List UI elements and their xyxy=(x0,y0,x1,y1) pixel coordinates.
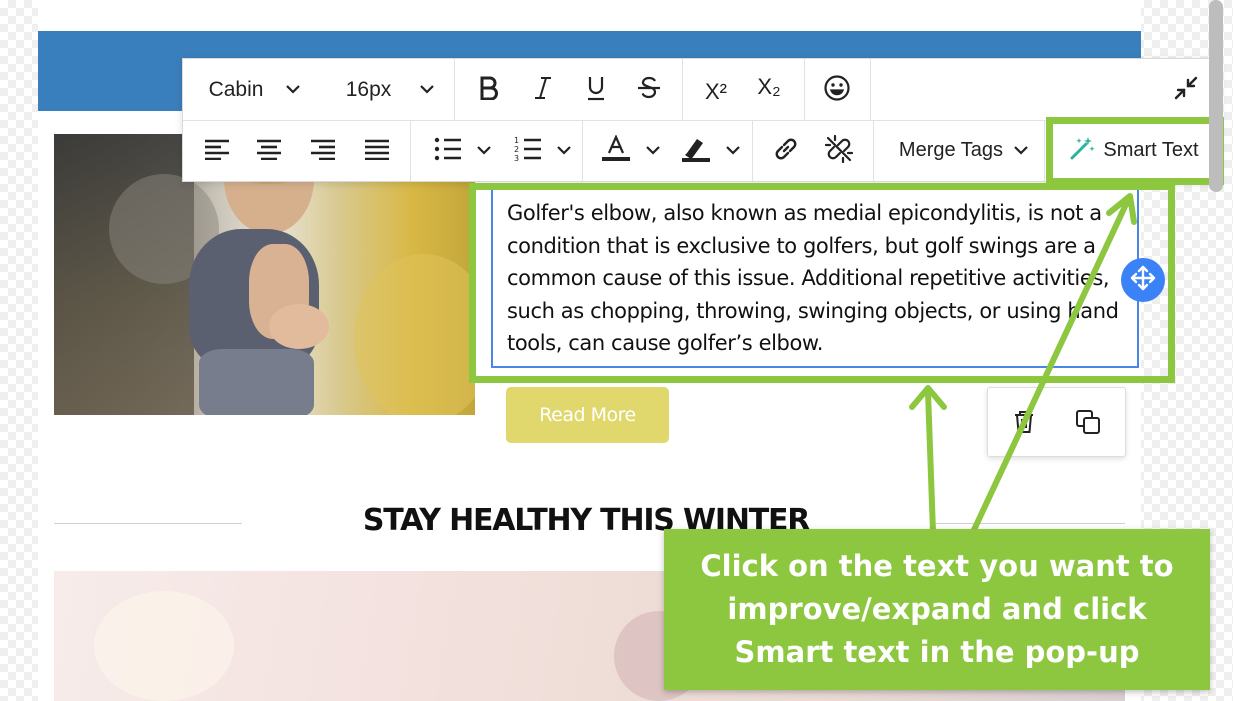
divider-right xyxy=(930,523,1125,524)
link-icon xyxy=(772,135,800,168)
chevron-down-icon xyxy=(645,142,661,160)
strikethrough-icon xyxy=(636,76,662,105)
underline-icon xyxy=(585,75,607,106)
align-left-button[interactable] xyxy=(199,133,235,169)
scrollbar-thumb[interactable] xyxy=(1209,0,1223,192)
block-actions-popover xyxy=(987,387,1126,457)
bullet-list-dropdown[interactable] xyxy=(427,133,499,169)
text-block-highlight xyxy=(469,183,1175,383)
read-more-button[interactable]: Read More xyxy=(506,387,669,443)
justify-button[interactable] xyxy=(359,133,395,169)
align-center-button[interactable] xyxy=(251,133,287,169)
chevron-down-icon xyxy=(419,81,435,99)
justify-icon xyxy=(364,138,390,165)
subscript-button[interactable]: X₂ xyxy=(749,67,789,107)
italic-button[interactable] xyxy=(525,72,561,108)
font-family-select[interactable]: Cabin xyxy=(195,59,315,120)
chevron-down-icon xyxy=(1013,142,1029,160)
svg-text:3: 3 xyxy=(514,154,519,162)
text-color-dropdown[interactable] xyxy=(595,133,667,169)
subscript-icon: X₂ xyxy=(757,74,781,99)
collapse-icon xyxy=(1173,75,1199,106)
svg-text:1: 1 xyxy=(514,136,519,145)
insert-link-button[interactable] xyxy=(768,133,804,169)
superscript-button[interactable]: X² xyxy=(696,72,736,112)
align-left-icon xyxy=(204,138,230,165)
align-center-icon xyxy=(256,138,282,165)
bold-button[interactable] xyxy=(471,72,507,108)
svg-text:2: 2 xyxy=(514,145,519,154)
numbered-list-icon: 123 xyxy=(514,136,542,167)
remove-link-button[interactable] xyxy=(821,133,857,169)
smart-text-highlight xyxy=(1046,117,1224,185)
duplicate-icon[interactable] xyxy=(1074,408,1102,436)
collapse-toolbar-button[interactable] xyxy=(1168,72,1204,108)
align-right-icon xyxy=(310,138,336,165)
numbered-list-dropdown[interactable]: 123 xyxy=(507,133,579,169)
emoji-button[interactable] xyxy=(819,72,855,108)
underline-button[interactable] xyxy=(578,72,614,108)
chevron-down-icon xyxy=(476,142,492,160)
strikethrough-button[interactable] xyxy=(631,72,667,108)
italic-icon xyxy=(533,76,553,105)
highlight-color-dropdown[interactable] xyxy=(675,133,747,169)
chevron-down-icon xyxy=(556,142,572,160)
chevron-down-icon xyxy=(725,142,741,160)
trash-icon[interactable] xyxy=(1010,408,1038,436)
chevron-down-icon xyxy=(285,81,301,99)
smiley-icon xyxy=(823,74,851,107)
font-size-select[interactable]: 16px xyxy=(333,59,448,120)
text-color-icon xyxy=(601,133,631,168)
font-family-value: Cabin xyxy=(208,77,264,101)
align-right-button[interactable] xyxy=(305,133,341,169)
divider-left xyxy=(54,523,242,524)
bullet-list-icon xyxy=(434,137,462,166)
instruction-callout: Click on the text you want to improve/ex… xyxy=(664,529,1210,690)
merge-tags-label: Merge Tags xyxy=(898,139,1004,161)
callout-text: Click on the text you want to improve/ex… xyxy=(700,549,1174,669)
font-size-value: 16px xyxy=(345,77,392,101)
superscript-icon: X² xyxy=(705,79,727,104)
merge-tags-dropdown[interactable]: Merge Tags xyxy=(889,120,1039,181)
unlink-icon xyxy=(824,134,854,169)
toolbar-row-format: Cabin 16px X² X₂ xyxy=(183,59,1218,121)
highlighter-icon xyxy=(681,135,711,168)
bold-icon xyxy=(478,76,500,105)
